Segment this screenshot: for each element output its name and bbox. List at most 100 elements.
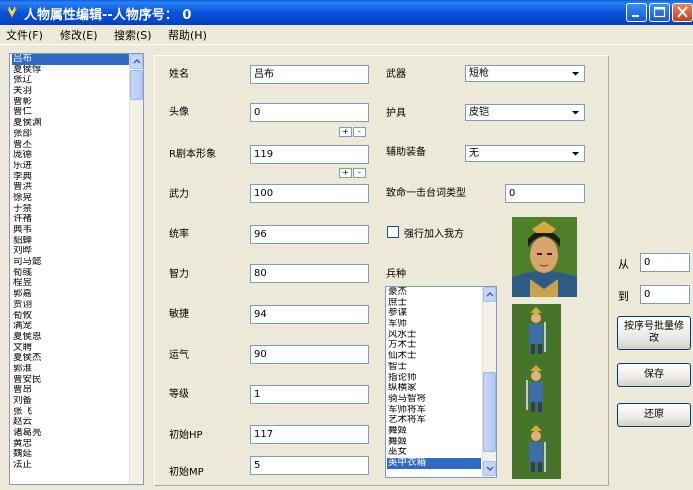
save-button[interactable]: 保存 [617, 363, 691, 387]
character-list-item[interactable]: 刘晔 [12, 246, 130, 257]
unit-list-item[interactable]: 骑马智将 [387, 394, 481, 405]
character-list-item[interactable]: 黄忠 [12, 439, 130, 450]
scroll-up-button[interactable] [483, 287, 496, 302]
force-join-checkbox[interactable] [387, 226, 399, 238]
menu-search[interactable]: 搜索(S) [114, 27, 152, 43]
close-button[interactable] [672, 3, 693, 22]
character-list-item[interactable]: 关羽 [12, 86, 130, 97]
accessory-select[interactable]: 无 [465, 145, 585, 162]
character-list-item[interactable]: 法正 [12, 460, 130, 471]
maximize-button[interactable] [649, 3, 670, 22]
unit-list-item[interactable]: 舞姬 [387, 426, 481, 437]
critical-input[interactable]: 0 [505, 184, 585, 203]
unit-list-item[interactable]: 军师将军 [387, 405, 481, 416]
unit-list-item[interactable]: 风水士 [387, 330, 481, 341]
unit-list-item[interactable]: 参谋 [387, 308, 481, 319]
head-input[interactable]: 0 [250, 103, 369, 122]
rshape-input[interactable]: 119 [250, 145, 369, 164]
force-input[interactable]: 100 [250, 184, 369, 203]
character-list-item[interactable]: 庞德 [12, 150, 130, 161]
unit-list-item[interactable]: 舞姬 [387, 437, 481, 448]
rshape-minus-button[interactable]: - [353, 168, 366, 178]
unit-list-item[interactable]: 庶士 [387, 298, 481, 309]
character-list-item[interactable]: 夏侯渊 [12, 118, 130, 129]
character-list-item[interactable]: 典韦 [12, 225, 130, 236]
minimize-button[interactable] [626, 3, 647, 22]
unit-list[interactable]: 豪杰 庶士 参谋 军师 风水士 方术士 仙术士 智士 指论师 纵横家 骑马智将 军师将军 艺术将军 舞姬舞… [385, 286, 497, 478]
menu-edit[interactable]: 修改(E) [60, 27, 98, 43]
lead-input[interactable]: 96 [250, 225, 369, 244]
hp-input[interactable]: 117 [250, 425, 369, 444]
character-list-item[interactable]: 许褚 [12, 214, 130, 225]
character-list-item[interactable]: 夏侯杰 [12, 353, 130, 364]
character-list-item[interactable]: 夏侯恩 [12, 332, 130, 343]
character-list-item[interactable]: 满宠 [12, 321, 130, 332]
character-list-item[interactable]: 刘备 [12, 396, 130, 407]
menu-help[interactable]: 帮助(H) [168, 27, 207, 43]
character-list-item[interactable]: 赵云 [12, 417, 130, 428]
intel-input[interactable]: 80 [250, 264, 369, 283]
character-list-item[interactable]: 郭嘉 [12, 289, 130, 300]
scroll-down-button[interactable] [483, 461, 496, 476]
batch-modify-button[interactable]: 按序号批量修改 [617, 316, 691, 350]
character-list-item[interactable]: 曹彰 [12, 97, 130, 108]
character-list-item[interactable]: 诸葛亮 [12, 428, 130, 439]
name-input[interactable]: 吕布 [250, 65, 369, 84]
restore-button[interactable]: 还原 [617, 403, 691, 427]
weapon-select[interactable]: 短枪 [465, 65, 585, 82]
to-input[interactable]: 0 [640, 285, 690, 304]
scroll-up-button[interactable] [130, 54, 143, 69]
character-list-item[interactable]: 文聘 [12, 343, 130, 354]
unit-list-item[interactable]: 英中衣箱 [387, 458, 481, 469]
character-list-item[interactable]: 荀攸 [12, 311, 130, 322]
character-list-item[interactable]: 张飞 [12, 407, 130, 418]
unit-list-item[interactable]: 仙术士 [387, 351, 481, 362]
unit-list-item[interactable]: 军师 [387, 319, 481, 330]
character-list-item[interactable]: 曹安民 [12, 375, 130, 386]
character-list-item[interactable]: 荀彧 [12, 268, 130, 279]
armor-select[interactable]: 皮铠 [465, 104, 585, 121]
unit-list-scrollbar[interactable] [482, 287, 496, 477]
scroll-thumb[interactable] [483, 372, 496, 452]
unit-list-item[interactable]: 指论师 [387, 373, 481, 384]
character-list-item[interactable]: 乐进 [12, 161, 130, 172]
character-list-item[interactable]: 张辽 [12, 75, 130, 86]
character-list-item[interactable]: 曹洪 [12, 182, 130, 193]
agility-input[interactable]: 94 [250, 305, 369, 324]
mp-input[interactable]: 5 [250, 456, 369, 475]
character-list-scrollbar[interactable] [129, 54, 143, 484]
head-plus-button[interactable]: + [339, 127, 352, 137]
rshape-plus-button[interactable]: + [339, 168, 352, 178]
character-list-item[interactable]: 徐晃 [12, 193, 130, 204]
unit-list-item[interactable]: 纵横家 [387, 383, 481, 394]
scroll-thumb[interactable] [130, 70, 143, 100]
from-input[interactable]: 0 [640, 253, 690, 272]
character-list-item[interactable]: 贾诩 [12, 300, 130, 311]
character-list-item[interactable]: 程昱 [12, 278, 130, 289]
character-list-item[interactable]: 张郃 [12, 129, 130, 140]
luck-input[interactable]: 90 [250, 345, 369, 364]
chevron-down-icon[interactable] [568, 67, 583, 80]
head-minus-button[interactable]: - [353, 127, 366, 137]
unit-list-item[interactable]: 方术士 [387, 340, 481, 351]
character-list-item[interactable]: 曹仁 [12, 107, 130, 118]
character-list-item[interactable]: 于禁 [12, 204, 130, 215]
character-list[interactable]: 吕布 夏侯惇 张辽 关羽 曹彰 曹仁 夏侯渊 张郃 曹丕 庞德 乐进 李典 曹洪 徐晃 于禁 许褚 典韦 貂蝉 刘晔… [9, 53, 144, 485]
character-list-item[interactable]: 魏延 [12, 449, 130, 460]
unit-list-item[interactable]: 豪杰 [387, 287, 481, 298]
character-list-item[interactable]: 曹丕 [12, 140, 130, 151]
character-list-item[interactable]: 司马懿 [12, 257, 130, 268]
menu-file[interactable]: 文件(F) [6, 27, 43, 43]
chevron-down-icon[interactable] [568, 106, 583, 119]
character-list-item[interactable]: 夏侯惇 [12, 65, 130, 76]
character-list-item[interactable]: 李典 [12, 172, 130, 183]
character-list-item[interactable]: 貂蝉 [12, 236, 130, 247]
character-list-item[interactable]: 郭淮 [12, 364, 130, 375]
unit-list-item[interactable]: 艺术将军 [387, 415, 481, 426]
character-list-item[interactable]: 吕布 [12, 54, 130, 65]
unit-list-item[interactable]: 巫女 [387, 447, 481, 458]
character-list-item[interactable]: 曹昂 [12, 385, 130, 396]
level-input[interactable]: 1 [250, 385, 369, 404]
unit-list-item[interactable]: 智士 [387, 362, 481, 373]
chevron-down-icon[interactable] [568, 147, 583, 160]
